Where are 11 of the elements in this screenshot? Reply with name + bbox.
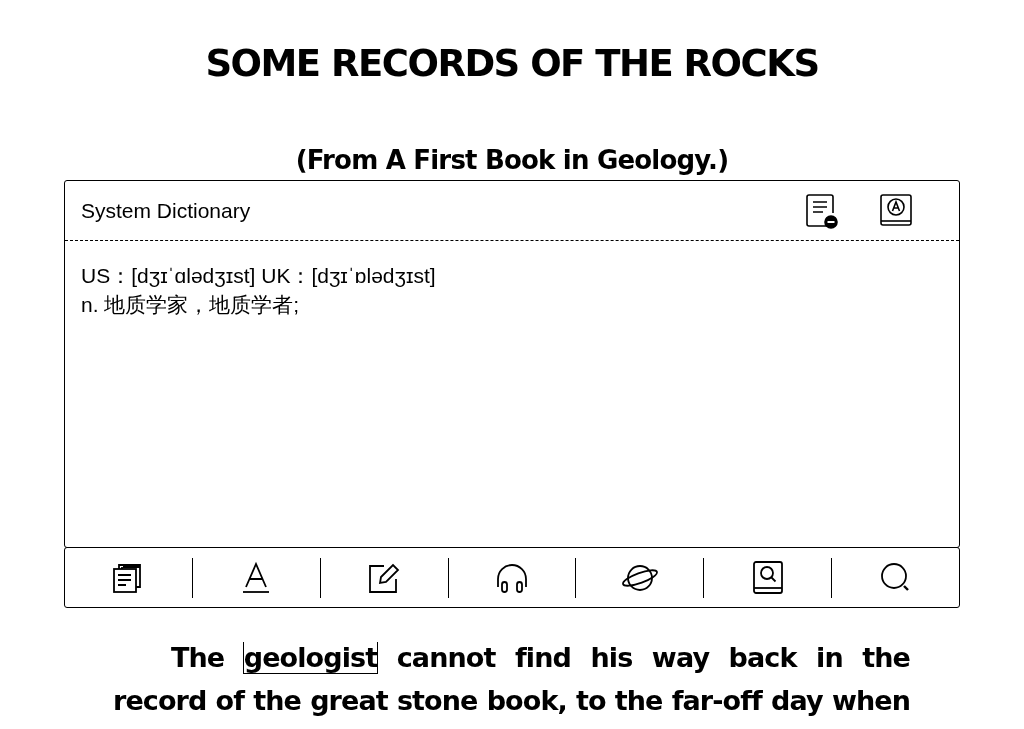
book-title: SOME RECORDS OF THE ROCKS <box>205 41 819 87</box>
pronunciation: US：[dʒɪˈɑlədʒɪst] UK：[dʒɪˈɒlədʒɪst] <box>81 263 436 289</box>
dictionary-icon[interactable] <box>879 192 913 229</box>
definition: n. 地质学家，地质学者; <box>81 292 300 318</box>
document-minus-icon[interactable] <box>805 192 839 229</box>
letter-a-icon[interactable] <box>241 560 272 595</box>
book-search-icon[interactable] <box>750 559 785 596</box>
panel-title: System Dictionary <box>81 198 252 223</box>
text-line: record of the great stone book, to the far-off day when <box>113 684 910 718</box>
book-subtitle: (From A First Book in Geology.) <box>295 144 729 176</box>
text-line: The geologist cannot find his way back in the <box>170 641 910 676</box>
